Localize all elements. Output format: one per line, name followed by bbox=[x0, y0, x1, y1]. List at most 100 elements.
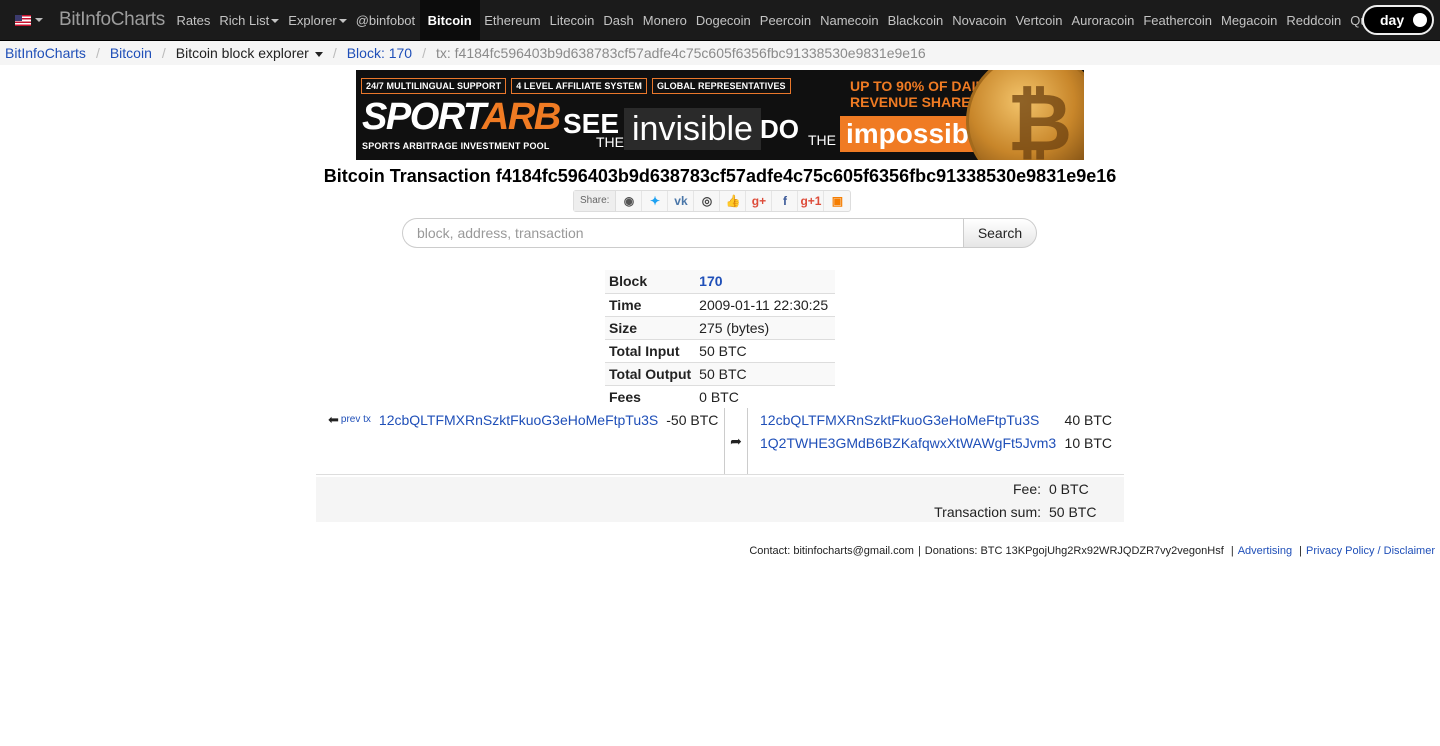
theme-toggle-label: day bbox=[1380, 12, 1405, 28]
banner-logo: SPORTARB bbox=[362, 98, 561, 136]
nav-item-label: Litecoin bbox=[549, 12, 595, 28]
twitter-icon[interactable]: ✦ bbox=[642, 191, 669, 211]
language-selector[interactable] bbox=[15, 14, 43, 26]
chevron-down-icon bbox=[35, 18, 43, 22]
banner-the: THE bbox=[808, 132, 836, 148]
fee-row: Fee: 0 BTC bbox=[1013, 477, 1124, 500]
nav-item-label: Peercoin bbox=[759, 12, 812, 28]
transaction-sum-row: Transaction sum: 50 BTC bbox=[934, 500, 1124, 523]
prev-tx-label: prev tx bbox=[340, 414, 371, 425]
info-key: Total Input bbox=[605, 338, 696, 362]
nav-item-peercoin[interactable]: Peercoin bbox=[755, 0, 815, 41]
info-value: 50 BTC bbox=[695, 361, 835, 385]
nav-item-vertcoin[interactable]: Vertcoin bbox=[1011, 0, 1067, 41]
nav-item-bitcoin[interactable]: Bitcoin bbox=[419, 0, 480, 41]
google-plus-icon[interactable]: g+ bbox=[746, 191, 773, 211]
nav-item-label: Reddcoin bbox=[1286, 12, 1342, 28]
google-plus-one-icon[interactable]: g+1 bbox=[798, 191, 825, 211]
nav-item-auroracoin[interactable]: Auroracoin bbox=[1067, 0, 1139, 41]
nav-item-novacoin[interactable]: Novacoin bbox=[948, 0, 1011, 41]
prev-tx-link[interactable]: ⬅ prev tx bbox=[328, 412, 371, 428]
nav-item-label: Dogecoin bbox=[695, 12, 751, 28]
breadcrumb-separator: / bbox=[332, 45, 337, 61]
footer-advertising-link[interactable]: Advertising bbox=[1238, 545, 1292, 557]
nav-item-blackcoin[interactable]: Blackcoin bbox=[883, 0, 948, 41]
nav-item-ethereum[interactable]: Ethereum bbox=[480, 0, 545, 41]
output-address-link[interactable]: 1Q2TWHE3GMdB6BZKafqwxXtWAWgFt5Jvm3 bbox=[760, 435, 1056, 451]
nav-item-rich-list[interactable]: Rich List bbox=[215, 0, 284, 41]
output-amount: 10 BTC bbox=[1064, 434, 1112, 451]
facebook-icon[interactable]: f bbox=[772, 191, 799, 211]
info-row: Total Input 50 BTC bbox=[605, 338, 835, 362]
chevron-down-icon bbox=[338, 19, 347, 24]
banner-invisible: invisible bbox=[624, 108, 761, 150]
theme-toggle[interactable]: day bbox=[1362, 5, 1434, 35]
info-key: Block bbox=[605, 270, 696, 293]
bitcoin-coin-icon: ₿ bbox=[966, 70, 1084, 160]
reddit-icon[interactable]: ◉ bbox=[616, 191, 643, 211]
output-amount: 40 BTC bbox=[1064, 411, 1112, 428]
input-row: ⬅ prev tx 12cbQLTFMXRnSzktFkuoG3eHoMeFtpTu… bbox=[328, 408, 718, 431]
share-label: Share: bbox=[574, 191, 617, 211]
vk-icon[interactable]: vk bbox=[668, 191, 695, 211]
input-address-link[interactable]: 12cbQLTFMXRnSzktFkuoG3eHoMeFtpTu3S bbox=[379, 412, 658, 428]
nav-item-label: Bitcoin bbox=[427, 12, 472, 28]
nav-item-dogecoin[interactable]: Dogecoin bbox=[691, 0, 755, 41]
nav-item-binfobot[interactable]: @binfobot bbox=[351, 0, 419, 41]
breadcrumb: BitInfoCharts / Bitcoin / Bitcoin block … bbox=[0, 41, 1440, 65]
banner-badges: 24/7 MULTILINGUAL SUPPORT 4 LEVEL AFFILI… bbox=[361, 78, 791, 94]
nav-item-label: Rich List bbox=[219, 12, 270, 28]
page-title: Bitcoin Transaction f4184fc596403b9d6387… bbox=[323, 166, 1117, 186]
breadcrumb-home[interactable]: BitInfoCharts bbox=[5, 45, 86, 61]
info-row: Total Output 50 BTC bbox=[605, 361, 835, 385]
share-buttons: ◉ ✦ vk ◎ 👍 g+ f g+1 ▣ bbox=[616, 191, 850, 211]
search-input[interactable] bbox=[402, 218, 963, 248]
search-button[interactable]: Search bbox=[963, 218, 1037, 248]
info-row: Time 2009-01-11 22:30:25 bbox=[605, 292, 835, 316]
transaction-sum-label: Transaction sum: bbox=[934, 503, 1041, 520]
breadcrumb-separator: / bbox=[422, 45, 426, 61]
breadcrumb-coin[interactable]: Bitcoin bbox=[110, 45, 152, 61]
toggle-knob bbox=[1413, 13, 1427, 27]
advertisement-banner[interactable]: 24/7 MULTILINGUAL SUPPORT 4 LEVEL AFFILI… bbox=[356, 70, 1084, 160]
nav-item-litecoin[interactable]: Litecoin bbox=[545, 0, 599, 41]
info-value: 0 BTC bbox=[695, 384, 835, 408]
info-value: 170 bbox=[695, 270, 835, 293]
info-value: 50 BTC bbox=[695, 338, 835, 362]
blogger-icon[interactable]: ▣ bbox=[824, 191, 850, 211]
transaction-sum-value: 50 BTC bbox=[1049, 503, 1097, 520]
banner-badge: GLOBAL REPRESENTATIVES bbox=[651, 78, 791, 94]
banner-do: DO bbox=[760, 114, 799, 144]
nav-item-reddcoin[interactable]: Reddcoin bbox=[1282, 0, 1346, 41]
output-address-link[interactable]: 12cbQLTFMXRnSzktFkuoG3eHoMeFtpTu3S bbox=[760, 412, 1039, 428]
block-link[interactable]: 170 bbox=[699, 273, 722, 289]
info-value: 275 (bytes) bbox=[695, 315, 835, 339]
nav-item-explorer[interactable]: Explorer bbox=[284, 0, 351, 41]
banner-revenue-line2: REVENUE SHARE bbox=[850, 94, 971, 110]
nav-item-label: Feathercoin bbox=[1143, 12, 1212, 28]
top-navbar: BitInfoCharts Rates Rich List Explorer @bin… bbox=[0, 0, 1440, 41]
weibo-icon[interactable]: ◎ bbox=[694, 191, 721, 211]
breadcrumb-explorer-label: Bitcoin block explorer bbox=[175, 45, 309, 61]
nav-item-megacoin[interactable]: Megacoin bbox=[1216, 0, 1281, 41]
nav-item-label: Rates bbox=[176, 12, 211, 28]
nav-item-feathercoin[interactable]: Feathercoin bbox=[1139, 0, 1217, 41]
search-form: Search bbox=[402, 218, 1037, 248]
transaction-summary: Fee: 0 BTC Transaction sum: 50 BTC bbox=[316, 477, 1124, 522]
back-arrow-icon: ⬅ bbox=[328, 411, 339, 427]
footer-privacy-link[interactable]: Privacy Policy / Disclaimer bbox=[1306, 545, 1435, 557]
breadcrumb-explorer-dropdown[interactable]: Bitcoin block explorer bbox=[176, 45, 323, 61]
brand-logo[interactable]: BitInfoCharts bbox=[59, 9, 165, 31]
info-row: Size 275 (bytes) bbox=[605, 315, 835, 339]
nav-item-rates[interactable]: Rates bbox=[172, 0, 215, 41]
transaction-info-table: Block 170 Time 2009-01-11 22:30:25 Size 275 (… bbox=[605, 270, 835, 408]
nav-item-monero[interactable]: Monero bbox=[638, 0, 691, 41]
banner-subtitle: SPORTS ARBITRAGE INVESTMENT POOL bbox=[362, 141, 550, 151]
info-row: Fees 0 BTC bbox=[605, 384, 835, 408]
like-icon[interactable]: 👍 bbox=[720, 191, 747, 211]
inputs-outputs: ⬅ prev tx 12cbQLTFMXRnSzktFkuoG3eHoMeFtpTu… bbox=[316, 408, 1124, 474]
nav-item-label: Auroracoin bbox=[1071, 12, 1135, 28]
nav-item-namecoin[interactable]: Namecoin bbox=[816, 0, 884, 41]
nav-item-dash[interactable]: Dash bbox=[599, 0, 638, 41]
breadcrumb-block[interactable]: Block: 170 bbox=[347, 45, 412, 61]
